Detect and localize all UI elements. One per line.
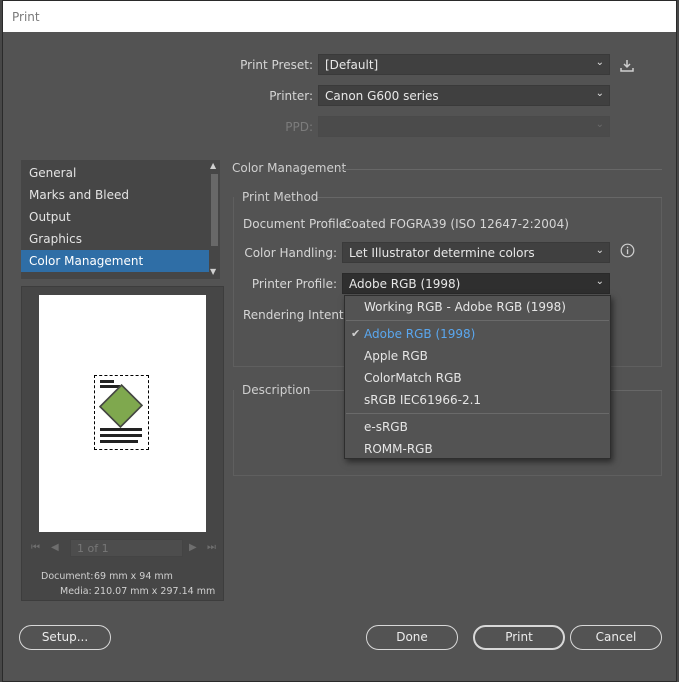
page-navigator: ⏮ ◀ 1 of 1 ▶ ⏭	[25, 539, 221, 559]
print-preset-select[interactable]: [Default] ⌄	[318, 54, 610, 75]
page-preview	[39, 295, 206, 532]
ppd-label: PPD:	[285, 120, 313, 134]
document-size-value: 69 mm x 94 mm	[94, 571, 173, 582]
color-handling-value: Let Illustrator determine colors	[349, 246, 535, 260]
next-page-icon[interactable]: ▶	[189, 542, 197, 553]
info-icon[interactable]	[620, 243, 635, 262]
thumbnail-text-line	[100, 440, 138, 443]
category-list: General Marks and Bleed Output Graphics …	[21, 160, 220, 279]
preview-panel: ⏮ ◀ 1 of 1 ▶ ⏭ Document: 69 mm x 94 mm M…	[21, 286, 224, 601]
dropdown-option[interactable]: e-sRGB	[345, 416, 610, 438]
group-divider	[316, 197, 662, 198]
dropdown-divider	[346, 413, 609, 414]
sidebar-item-graphics[interactable]: Graphics	[21, 228, 209, 250]
printer-value: Canon G600 series	[325, 89, 439, 103]
download-icon[interactable]	[619, 59, 635, 77]
chevron-down-icon: ⌄	[595, 57, 604, 68]
print-dialog: Print Print Preset: [Default] ⌄ Printer:…	[2, 0, 677, 682]
title-bar: Print	[3, 1, 676, 32]
media-size-label: Media:	[60, 586, 92, 597]
sidebar-item-marks-and-bleed[interactable]: Marks and Bleed	[21, 184, 209, 206]
color-handling-label: Color Handling:	[244, 246, 337, 260]
sidebar-scrollbar[interactable]: ▲ ▼	[209, 160, 220, 279]
prev-page-icon[interactable]: ◀	[51, 542, 59, 553]
printer-profile-dropdown: Working RGB - Adobe RGB (1998) ✔ Adobe R…	[344, 295, 611, 459]
print-preset-value: [Default]	[325, 58, 379, 72]
cancel-button[interactable]: Cancel	[570, 625, 662, 650]
sidebar-item-color-management[interactable]: Color Management	[21, 250, 209, 272]
scroll-up-icon[interactable]: ▲	[210, 161, 216, 170]
window-title: Print	[12, 10, 40, 24]
page-number-field[interactable]: 1 of 1	[70, 539, 183, 557]
printer-profile-select[interactable]: Adobe RGB (1998) ⌄	[342, 273, 610, 294]
dropdown-option[interactable]: Adobe RGB (1998)	[345, 323, 610, 345]
chevron-down-icon: ⌄	[595, 245, 604, 256]
thumbnail-text-line	[100, 380, 114, 383]
document-thumbnail	[94, 375, 149, 450]
thumbnail-artwork	[98, 383, 144, 429]
dropdown-option[interactable]: ColorMatch RGB	[345, 367, 610, 389]
document-profile-value: Coated FOGRA39 (ISO 12647-2:2004)	[343, 217, 569, 231]
first-page-icon[interactable]: ⏮	[31, 542, 40, 553]
printer-label: Printer:	[269, 89, 313, 103]
color-handling-select[interactable]: Let Illustrator determine colors ⌄	[342, 242, 610, 263]
done-button[interactable]: Done	[366, 625, 458, 650]
print-button[interactable]: Print	[473, 625, 565, 650]
print-preset-label: Print Preset:	[240, 58, 313, 72]
dropdown-option[interactable]: sRGB IEC61966-2.1	[345, 389, 610, 411]
chevron-down-icon: ⌄	[595, 276, 604, 287]
printer-select[interactable]: Canon G600 series ⌄	[318, 85, 610, 106]
thumbnail-text-line	[100, 428, 142, 431]
dropdown-divider	[346, 320, 609, 321]
media-size-value: 210.07 mm x 297.14 mm	[94, 586, 216, 597]
section-divider	[340, 169, 662, 170]
printer-profile-value: Adobe RGB (1998)	[349, 277, 461, 291]
document-size-label: Document:	[41, 571, 94, 582]
scroll-down-icon[interactable]: ▼	[210, 267, 216, 276]
section-title: Color Management	[232, 161, 347, 175]
setup-button[interactable]: Setup...	[19, 625, 111, 650]
sidebar-item-output[interactable]: Output	[21, 206, 209, 228]
printer-profile-label: Printer Profile:	[251, 277, 337, 291]
description-title: Description	[242, 383, 311, 397]
ppd-select: ⌄	[318, 116, 610, 137]
dropdown-option[interactable]: ROMM-RGB	[345, 438, 610, 460]
thumbnail-text-line	[100, 434, 142, 437]
dropdown-option[interactable]: Apple RGB	[345, 345, 610, 367]
dropdown-option[interactable]: Working RGB - Adobe RGB (1998)	[345, 296, 610, 318]
last-page-icon[interactable]: ⏭	[207, 542, 216, 553]
rendering-intent-label: Rendering Intent:	[243, 308, 348, 322]
scrollbar-thumb[interactable]	[211, 174, 218, 246]
document-profile-label: Document Profile:	[243, 217, 351, 231]
chevron-down-icon: ⌄	[595, 88, 604, 99]
chevron-down-icon: ⌄	[595, 119, 604, 130]
sidebar-item-general[interactable]: General	[21, 162, 209, 184]
print-method-title: Print Method	[242, 190, 319, 204]
